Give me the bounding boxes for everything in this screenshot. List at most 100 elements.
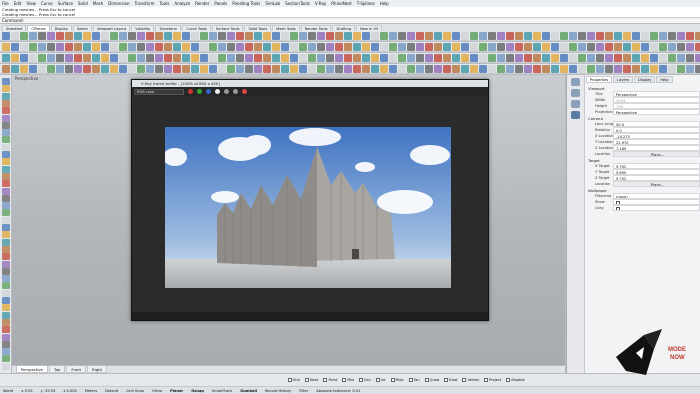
tool-button-icon[interactable]	[29, 64, 37, 73]
tool-button-icon[interactable]	[542, 64, 550, 73]
left-tool-icon[interactable]	[2, 348, 10, 356]
tool-button-icon[interactable]	[461, 31, 469, 40]
tool-button-icon[interactable]	[65, 64, 73, 73]
left-tool-icon[interactable]	[2, 85, 10, 93]
tool-button-icon[interactable]	[119, 53, 127, 62]
left-tool-icon[interactable]	[2, 311, 10, 319]
tool-button-icon[interactable]	[191, 53, 199, 62]
tool-button-icon[interactable]	[479, 42, 487, 51]
tool-button-icon[interactable]	[326, 53, 334, 62]
tool-button-icon[interactable]	[155, 64, 163, 73]
tool-button-icon[interactable]	[236, 53, 244, 62]
tool-button-icon[interactable]	[263, 64, 271, 73]
left-tool-icon[interactable]	[2, 355, 10, 363]
tool-button-icon[interactable]	[677, 64, 685, 73]
tool-button-icon[interactable]	[56, 64, 64, 73]
tool-button-icon[interactable]	[137, 53, 145, 62]
tool-button-icon[interactable]	[56, 53, 64, 62]
left-tool-icon[interactable]	[2, 253, 10, 261]
tool-button-icon[interactable]	[281, 53, 289, 62]
tool-button-icon[interactable]	[137, 31, 145, 40]
tool-button-icon[interactable]	[110, 31, 118, 40]
tool-button-icon[interactable]	[551, 42, 559, 51]
tool-button-icon[interactable]	[20, 64, 28, 73]
menu-item-paneling-tools[interactable]: Paneling Tools	[232, 1, 260, 6]
tool-button-icon[interactable]	[542, 42, 550, 51]
tool-button-icon[interactable]	[605, 42, 613, 51]
tool-button-icon[interactable]	[47, 31, 55, 40]
tool-button-icon[interactable]	[2, 64, 10, 73]
tool-button-icon[interactable]	[371, 31, 379, 40]
panel-tab-properties[interactable]: Properties	[586, 76, 613, 83]
place-camera-button[interactable]: Place...	[613, 151, 700, 157]
menu-item-rhinonest[interactable]: RhinoNest	[331, 1, 352, 6]
left-tool-icon[interactable]	[2, 231, 10, 239]
gray-checkbox[interactable]: ✓	[616, 207, 620, 210]
tool-button-icon[interactable]	[11, 31, 19, 40]
tool-button-icon[interactable]	[209, 42, 217, 51]
tool-button-icon[interactable]	[677, 31, 685, 40]
tool-button-icon[interactable]	[101, 64, 109, 73]
tool-button-icon[interactable]	[209, 31, 217, 40]
tool-button-icon[interactable]	[605, 31, 613, 40]
status-world[interactable]: World	[3, 389, 13, 393]
tool-button-icon[interactable]	[407, 64, 415, 73]
tool-button-icon[interactable]	[146, 53, 154, 62]
tool-button-icon[interactable]	[146, 64, 154, 73]
tool-button-icon[interactable]	[2, 42, 10, 51]
osnap-vertex[interactable]: Vertex	[462, 378, 479, 382]
tool-button-icon[interactable]	[569, 64, 577, 73]
tool-button-icon[interactable]	[641, 53, 649, 62]
left-tool-icon[interactable]	[2, 245, 10, 253]
osnap-checkbox[interactable]	[390, 378, 395, 382]
tool-button-icon[interactable]	[236, 64, 244, 73]
tool-button-icon[interactable]	[695, 31, 700, 40]
tool-button-icon[interactable]	[218, 31, 226, 40]
tool-button-icon[interactable]	[83, 31, 91, 40]
osnap-perp[interactable]: Perp	[390, 378, 404, 382]
tool-button-icon[interactable]	[623, 31, 631, 40]
left-tool-icon[interactable]	[2, 304, 10, 312]
tool-button-icon[interactable]	[587, 31, 595, 40]
tool-button-icon[interactable]	[92, 64, 100, 73]
tool-button-icon[interactable]	[533, 64, 541, 73]
tool-button-icon[interactable]	[227, 31, 235, 40]
tool-button-icon[interactable]	[461, 53, 469, 62]
tool-button-icon[interactable]	[353, 64, 361, 73]
tool-button-icon[interactable]	[65, 53, 73, 62]
tool-button-icon[interactable]	[470, 31, 478, 40]
tool-button-icon[interactable]	[605, 64, 613, 73]
tool-button-icon[interactable]	[371, 42, 379, 51]
panel-tab-layers[interactable]: Layers	[613, 76, 634, 83]
menu-item-t-splines[interactable]: T-Splines	[357, 1, 375, 6]
left-tool-icon[interactable]	[2, 92, 10, 100]
left-tool-icon[interactable]	[2, 260, 10, 268]
tool-button-icon[interactable]	[497, 42, 505, 51]
tool-button-icon[interactable]	[632, 64, 640, 73]
tool-button-icon[interactable]	[452, 64, 460, 73]
tool-button-icon[interactable]	[560, 64, 568, 73]
osnap-near[interactable]: Near	[304, 378, 318, 382]
status-filter[interactable]: Filter	[299, 389, 308, 393]
tool-button-icon[interactable]	[506, 64, 514, 73]
tool-button-icon[interactable]	[353, 53, 361, 62]
left-tool-icon[interactable]	[2, 275, 10, 283]
tool-button-icon[interactable]	[434, 42, 442, 51]
alpha-channel-icon[interactable]	[215, 89, 220, 94]
tool-button-icon[interactable]	[650, 42, 658, 51]
tool-button-icon[interactable]	[263, 31, 271, 40]
left-tool-icon[interactable]	[2, 224, 10, 231]
tool-button-icon[interactable]	[218, 53, 226, 62]
left-tool-icon[interactable]	[2, 165, 10, 173]
tool-button-icon[interactable]	[65, 31, 73, 40]
tool-button-icon[interactable]	[29, 53, 37, 62]
tool-button-icon[interactable]	[596, 31, 604, 40]
tool-button-icon[interactable]	[119, 64, 127, 73]
tool-button-icon[interactable]	[74, 53, 82, 62]
tool-button-icon[interactable]	[686, 31, 694, 40]
menu-item-file[interactable]: File	[2, 1, 9, 6]
tool-button-icon[interactable]	[686, 42, 694, 51]
left-tool-icon[interactable]	[2, 282, 10, 290]
viewport-tab-right[interactable]: Right	[87, 366, 108, 373]
left-tool-icon[interactable]	[2, 289, 10, 297]
